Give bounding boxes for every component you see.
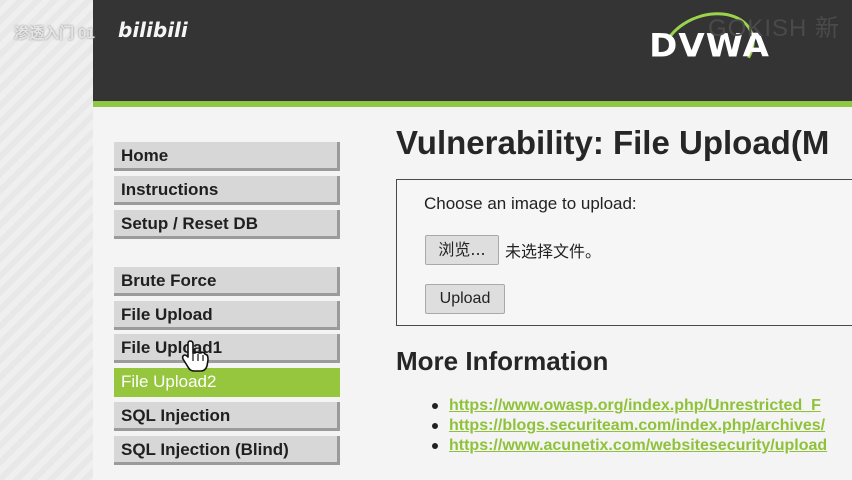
acunetix-link[interactable]: https://www.acunetix.com/websitesecurity… [449,436,827,456]
bullet-icon [432,403,438,409]
menu-item-brute-force[interactable]: Brute Force [114,267,340,296]
menu-item-sql-injection[interactable]: SQL Injection [114,402,340,431]
page-header: DVWA GOKISH 新 [93,0,852,107]
upload-form: Choose an image to upload: 浏览... 未选择文件。 … [396,179,852,326]
securiteam-link[interactable]: https://blogs.securiteam.com/index.php/a… [449,416,825,436]
video-watermark-right: GOKISH 新 [707,15,840,42]
menu-item-file-upload[interactable]: File Upload [114,301,340,330]
video-watermark-left: 渗透入门 01 [14,25,95,42]
browse-button[interactable]: 浏览... [425,235,499,265]
bullet-icon [432,423,438,429]
more-information-heading: More Information [396,346,609,376]
upload-prompt: Choose an image to upload: [424,194,637,213]
menu-item-setup[interactable]: Setup / Reset DB [114,210,340,239]
hand-cursor-icon [181,340,209,372]
menu-item-file-upload1[interactable]: File Upload1 [114,334,340,363]
bullet-icon [432,443,438,449]
video-left-margin [0,0,93,480]
upload-button[interactable]: Upload [425,284,505,314]
page-title: Vulnerability: File Upload(M [396,124,830,161]
bilibili-logo: bilibili [118,18,188,42]
menu-item-home[interactable]: Home [114,142,340,171]
menu-item-sql-injection-blind[interactable]: SQL Injection (Blind) [114,436,340,465]
menu-item-file-upload2[interactable]: File Upload2 [114,368,340,397]
no-file-selected-text: 未选择文件。 [505,242,602,261]
menu-item-instructions[interactable]: Instructions [114,176,340,205]
owasp-link[interactable]: https://www.owasp.org/index.php/Unrestri… [449,396,821,416]
